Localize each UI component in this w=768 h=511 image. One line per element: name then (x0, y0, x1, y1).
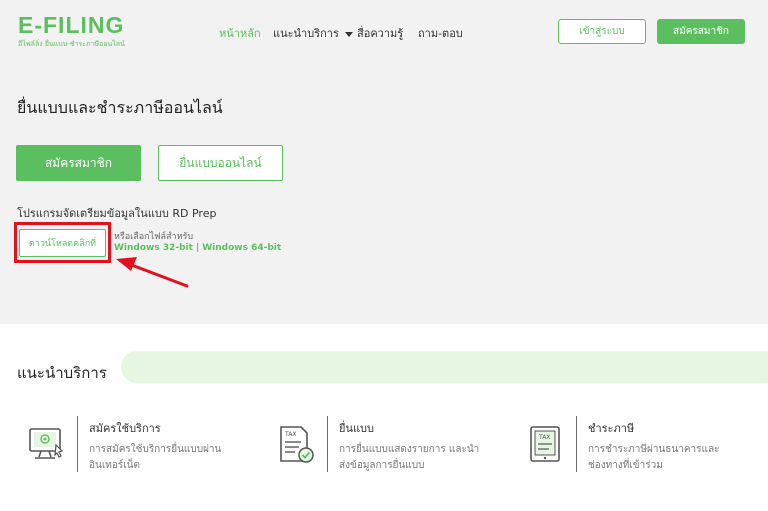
services-title-bar (121, 351, 768, 383)
services-title: แนะนำบริการ (17, 364, 107, 382)
service-title-register[interactable]: สมัครใช้บริการ (89, 419, 161, 437)
services-section: แนะนำบริการ สมัครใช้บริการ การสมัครใช้บร… (0, 324, 768, 511)
service-desc-line: อินเทอร์เน็ต (89, 460, 140, 471)
service-desc-line: ส่งข้อมูลการยื่นแบบ (339, 460, 425, 471)
service-desc-filing: การยื่นแบบแสดงรายการ และนำ ส่งข้อมูลการย… (339, 442, 479, 474)
tax-icon-label: TAX (538, 434, 550, 441)
service-desc-line: การสมัครใช้บริการยื่นแบบผ่าน (89, 444, 222, 455)
service-divider (77, 416, 78, 472)
service-desc-payment: การชำระภาษีผ่านธนาคารและ ช่องทางที่เข้าร… (588, 442, 719, 474)
tax-tablet-icon: TAX (530, 426, 560, 462)
service-divider (327, 416, 328, 472)
service-desc-line: การชำระภาษีผ่านธนาคารและ (588, 444, 720, 455)
service-title-payment[interactable]: ชำระภาษี (588, 419, 634, 437)
computer-register-icon (29, 428, 64, 459)
service-desc-register: การสมัครใช้บริการยื่นแบบผ่าน อินเทอร์เน็… (89, 442, 221, 474)
service-desc-line: ช่องทางที่เข้าร่วม (588, 460, 663, 471)
service-desc-line: การยื่นแบบแสดงรายการ และนำ (339, 444, 480, 455)
tax-form-check-icon: TAX (280, 426, 314, 463)
service-title-filing[interactable]: ยื่นแบบ (339, 419, 374, 437)
tax-icon-label: TAX (284, 431, 296, 438)
service-divider (576, 416, 577, 472)
